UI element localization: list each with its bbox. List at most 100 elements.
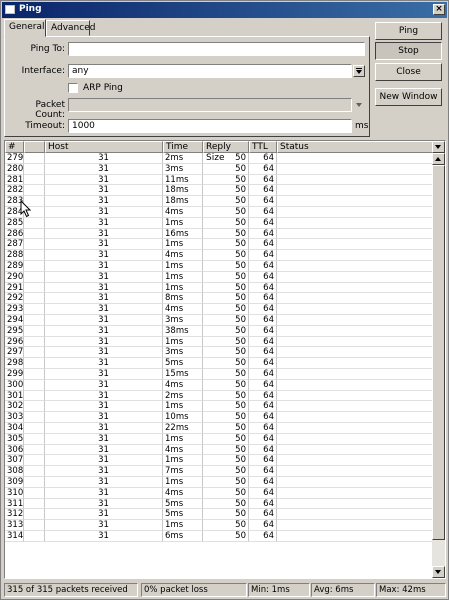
- cell-blank: [24, 476, 45, 488]
- mouse-cursor-icon: [20, 200, 32, 218]
- title-bar[interactable]: Ping ×: [2, 2, 447, 18]
- cell-ttl: 64: [249, 487, 277, 499]
- timeout-label: Timeout:: [25, 121, 65, 131]
- cell-reply-size: 50: [203, 390, 249, 402]
- table-row[interactable]: 297 31 3ms 50 64: [5, 347, 433, 359]
- cell-host: 31: [45, 206, 163, 218]
- table-row[interactable]: 302 31 1ms 50 64: [5, 401, 433, 413]
- cell-number: 285: [5, 217, 24, 229]
- col-host-header[interactable]: Host: [45, 141, 163, 153]
- table-row[interactable]: 298 31 5ms 50 64: [5, 358, 433, 369]
- packet-count-label: Packet Count:: [35, 100, 65, 120]
- col-blank-header[interactable]: [24, 141, 45, 153]
- cell-ttl: 64: [249, 498, 277, 510]
- table-row[interactable]: 308 31 7ms 50 64: [5, 466, 433, 477]
- cell-reply-size: 50: [203, 228, 249, 240]
- stop-button[interactable]: Stop: [375, 42, 442, 60]
- table-row[interactable]: 301 31 2ms 50 64: [5, 390, 433, 402]
- close-window-button[interactable]: ×: [433, 4, 445, 15]
- column-menu-button[interactable]: [432, 141, 445, 153]
- table-row[interactable]: 311 31 5ms 50 64: [5, 498, 433, 510]
- cell-reply-size: 50: [203, 174, 249, 186]
- cell-number: 294: [5, 314, 24, 326]
- cell-reply-size: 50: [203, 206, 249, 218]
- interface-dropdown-button[interactable]: [353, 65, 365, 77]
- table-row[interactable]: 306 31 4ms 50 64: [5, 444, 433, 456]
- table-row[interactable]: 309 31 1ms 50 64: [5, 476, 433, 488]
- table-row[interactable]: 300 31 4ms 50 64: [5, 379, 433, 391]
- cell-number: 295: [5, 325, 24, 337]
- table-row[interactable]: 282 31 18ms 50 64: [5, 185, 433, 197]
- col-status-header[interactable]: Status: [277, 141, 433, 153]
- col-number-header[interactable]: #: [5, 141, 24, 153]
- cell-time: 1ms: [163, 239, 203, 251]
- table-row[interactable]: 312 31 5ms 50 64: [5, 509, 433, 521]
- ping-button[interactable]: Ping: [375, 22, 442, 40]
- table-row[interactable]: 313 31 1ms 50 64: [5, 520, 433, 531]
- scroll-down-button[interactable]: [432, 566, 445, 578]
- table-row[interactable]: 284 31 4ms 50 64: [5, 206, 433, 218]
- packet-count-input[interactable]: [68, 98, 352, 112]
- cell-host: 31: [45, 250, 163, 261]
- table-row[interactable]: 292 31 8ms 50 64: [5, 293, 433, 305]
- cell-status: [277, 260, 433, 272]
- tab-general[interactable]: General: [4, 19, 46, 37]
- arp-ping-checkbox[interactable]: [68, 83, 78, 93]
- table-row[interactable]: 304 31 22ms 50 64: [5, 422, 433, 434]
- table-row[interactable]: 289 31 1ms 50 64: [5, 260, 433, 272]
- table-row[interactable]: 303 31 10ms 50 64: [5, 412, 433, 423]
- table-row[interactable]: 280 31 3ms 50 64: [5, 163, 433, 175]
- cell-status: [277, 217, 433, 229]
- tab-advanced[interactable]: Advanced: [46, 20, 95, 36]
- table-row[interactable]: 287 31 1ms 50 64: [5, 239, 433, 251]
- avg-time-status: Avg: 6ms: [311, 583, 375, 597]
- cell-time: 4ms: [163, 444, 203, 456]
- table-row[interactable]: 299 31 15ms 50 64: [5, 368, 433, 380]
- close-button[interactable]: Close: [375, 63, 442, 81]
- col-ttl-header[interactable]: TTL: [249, 141, 277, 153]
- table-row[interactable]: 307 31 1ms 50 64: [5, 455, 433, 467]
- table-row[interactable]: 294 31 3ms 50 64: [5, 314, 433, 326]
- table-row[interactable]: 305 31 1ms 50 64: [5, 433, 433, 445]
- cell-host: 31: [45, 293, 163, 305]
- table-row[interactable]: 281 31 11ms 50 64: [5, 174, 433, 186]
- new-window-button[interactable]: New Window: [375, 88, 442, 106]
- scroll-up-button[interactable]: [432, 153, 445, 165]
- cell-time: 1ms: [163, 282, 203, 294]
- table-row[interactable]: 293 31 4ms 50 64: [5, 304, 433, 315]
- packet-count-dropdown-icon[interactable]: [354, 100, 364, 110]
- table-row[interactable]: 296 31 1ms 50 64: [5, 336, 433, 348]
- interface-select[interactable]: any: [68, 64, 352, 78]
- table-row[interactable]: 285 31 1ms 50 64: [5, 217, 433, 229]
- cell-number: 306: [5, 444, 24, 456]
- cell-reply-size: 50: [203, 304, 249, 315]
- table-row[interactable]: 314 31 6ms 50 64: [5, 530, 433, 542]
- timeout-input[interactable]: 1000: [68, 119, 352, 133]
- cell-ttl: 64: [249, 530, 277, 542]
- scroll-thumb[interactable]: [432, 165, 445, 540]
- cell-blank: [24, 455, 45, 467]
- table-row[interactable]: 279 31 2ms 50 64: [5, 153, 433, 164]
- cell-time: 1ms: [163, 401, 203, 413]
- col-time-header[interactable]: Time: [163, 141, 203, 153]
- table-row[interactable]: 283 31 18ms 50 64: [5, 196, 433, 207]
- table-row[interactable]: 290 31 1ms 50 64: [5, 271, 433, 283]
- cell-time: 18ms: [163, 185, 203, 197]
- cell-host: 31: [45, 433, 163, 445]
- cell-blank: [24, 163, 45, 175]
- col-reply-size-header[interactable]: Reply Size: [203, 141, 249, 163]
- table-row[interactable]: 288 31 4ms 50 64: [5, 250, 433, 261]
- table-row[interactable]: 310 31 4ms 50 64: [5, 487, 433, 499]
- cell-number: 312: [5, 509, 24, 521]
- vertical-scrollbar[interactable]: [432, 141, 445, 578]
- table-row[interactable]: 286 31 16ms 50 64: [5, 228, 433, 240]
- cell-number: 311: [5, 498, 24, 510]
- arp-ping-label: ARP Ping: [83, 83, 123, 93]
- cell-reply-size: 50: [203, 487, 249, 499]
- cell-reply-size: 50: [203, 466, 249, 477]
- cell-number: 314: [5, 530, 24, 542]
- ping-to-input[interactable]: [68, 42, 365, 56]
- table-row[interactable]: 291 31 1ms 50 64: [5, 282, 433, 294]
- table-row[interactable]: 295 31 38ms 50 64: [5, 325, 433, 337]
- cell-number: 281: [5, 174, 24, 186]
